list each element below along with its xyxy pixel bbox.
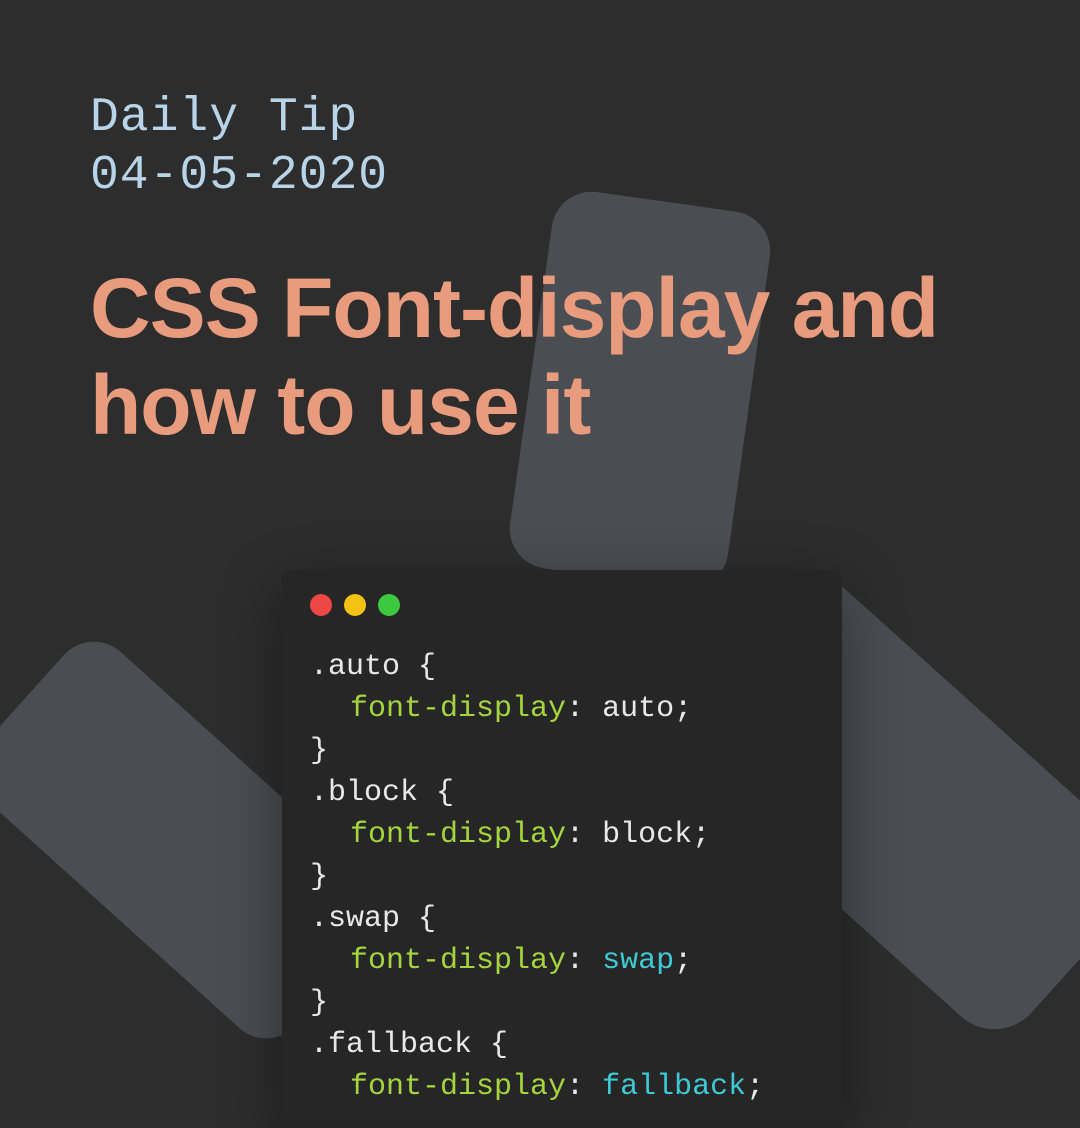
maximize-icon (378, 594, 400, 616)
code-line: font-display: swap; (310, 940, 814, 982)
code-line: font-display: fallback; (310, 1066, 814, 1108)
code-content: .auto {font-display: auto;}.block {font-… (282, 626, 842, 1108)
code-line: .auto { (310, 646, 814, 688)
window-controls (282, 570, 842, 626)
code-line: .block { (310, 772, 814, 814)
code-line: } (310, 730, 814, 772)
minimize-icon (344, 594, 366, 616)
tip-date: 04-05-2020 (90, 149, 388, 203)
page-title: CSS Font-display and how to use it (90, 260, 990, 453)
code-line: font-display: block; (310, 814, 814, 856)
code-line: } (310, 856, 814, 898)
tip-label-text: Daily Tip (90, 91, 358, 145)
close-icon (310, 594, 332, 616)
code-line: .fallback { (310, 1024, 814, 1066)
header: Daily Tip 04-05-2020 CSS Font-display an… (0, 0, 1080, 453)
code-line: font-display: auto; (310, 688, 814, 730)
code-window: .auto {font-display: auto;}.block {font-… (282, 570, 842, 1128)
tip-label: Daily Tip 04-05-2020 (90, 90, 990, 205)
code-line: } (310, 982, 814, 1024)
code-line: .swap { (310, 898, 814, 940)
